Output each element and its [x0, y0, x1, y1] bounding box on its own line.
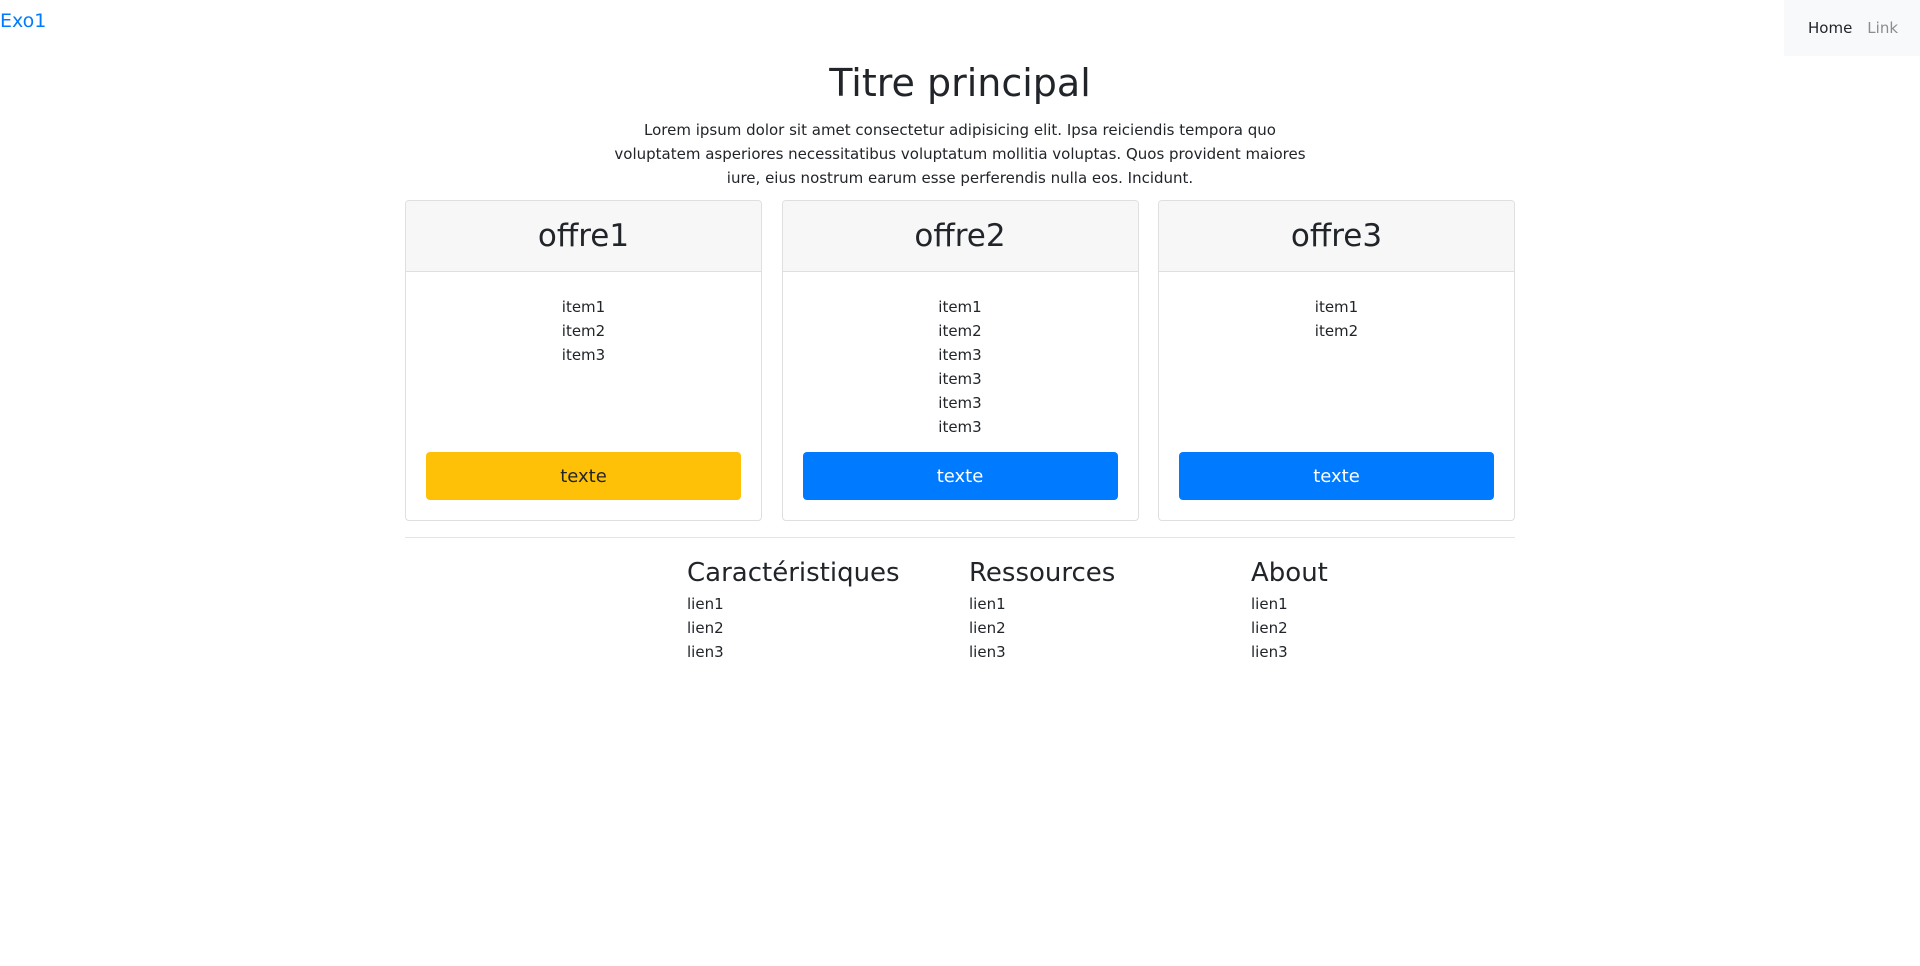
hero-section: Titre principal Lorem ipsum dolor sit am…: [0, 56, 1920, 190]
footer-column-ressources: Ressources lien1 lien2 lien3: [969, 556, 1251, 664]
footer-link[interactable]: lien1: [687, 595, 724, 613]
list-item: item2: [561, 322, 606, 340]
offer-card-3: offre3 item1 item2 texte: [1158, 200, 1515, 521]
footer-heading: Ressources: [969, 558, 1116, 588]
top-nav: Home Link: [1784, 0, 1920, 56]
list-item: item1: [938, 298, 982, 316]
list-item: item1: [1314, 298, 1359, 316]
list-item: item2: [938, 322, 982, 340]
offer-items-list: item1 item2 item3 item3 item3 item3: [783, 295, 1138, 439]
footer-link[interactable]: lien1: [1251, 595, 1288, 613]
offer-1-button[interactable]: texte: [426, 452, 741, 500]
nav-home-link[interactable]: Home: [1808, 19, 1852, 37]
list-item: item3: [938, 394, 982, 412]
footer-heading: Caractéristiques: [687, 558, 900, 588]
list-item: item3: [938, 346, 982, 364]
footer-link[interactable]: lien2: [1251, 619, 1288, 637]
section-divider: [405, 537, 1515, 538]
nav-link[interactable]: Link: [1867, 19, 1898, 37]
offer-2-button[interactable]: texte: [802, 452, 1118, 500]
offer-card-2: offre2 item1 item2 item3 item3 item3 ite…: [781, 200, 1139, 521]
hero-description: Lorem ipsum dolor sit amet consectetur a…: [614, 121, 1306, 187]
offer-card-1: offre1 item1 item2 item3 texte: [405, 200, 762, 521]
list-item: item1: [561, 298, 606, 316]
footer-heading: About: [1251, 558, 1328, 588]
footer-link[interactable]: lien3: [1251, 643, 1288, 661]
list-item: item3: [938, 418, 982, 436]
footer-column-caracteristiques: Caractéristiques lien1 lien2 lien3: [687, 556, 969, 664]
footer-link[interactable]: lien2: [687, 619, 724, 637]
page-title: Titre principal: [829, 61, 1091, 105]
list-item: item3: [938, 370, 982, 388]
offer-title: offre2: [782, 201, 1138, 272]
footer-link[interactable]: lien3: [969, 643, 1006, 661]
offer-3-button[interactable]: texte: [1179, 452, 1494, 500]
list-item: item2: [1314, 322, 1359, 340]
footer: Caractéristiques lien1 lien2 lien3 Resso…: [687, 556, 1533, 664]
list-item: item3: [561, 346, 606, 364]
offer-title: offre3: [1159, 201, 1514, 272]
footer-link[interactable]: lien3: [687, 643, 724, 661]
footer-link[interactable]: lien1: [969, 595, 1006, 613]
footer-link[interactable]: lien2: [969, 619, 1006, 637]
offer-title: offre1: [406, 201, 761, 272]
offer-items-list: item1 item2 item3: [406, 295, 761, 367]
footer-column-about: About lien1 lien2 lien3: [1251, 556, 1533, 664]
offer-cards: offre1 item1 item2 item3 texte offre2 it…: [405, 200, 1515, 521]
brand-link[interactable]: Exo1: [0, 10, 46, 32]
offer-items-list: item1 item2: [1159, 295, 1514, 343]
